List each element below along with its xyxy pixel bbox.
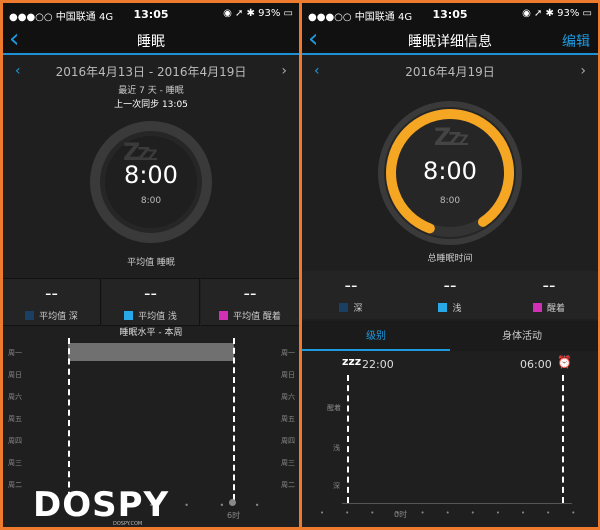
sleep-start-icon: zzz <box>342 355 362 368</box>
x-axis <box>342 503 572 504</box>
deep-swatch <box>25 311 35 320</box>
nav-bar: ‹ 睡眠 <box>3 25 299 55</box>
end-guide-line <box>233 338 235 500</box>
stat-label: 平均值 浅 <box>138 312 177 322</box>
stat-deep: -- 平均值 深 <box>3 278 101 326</box>
prev-week-icon[interactable]: ‹ <box>15 63 21 79</box>
stat-light: -- 平均值 浅 <box>102 278 200 326</box>
stat-label: 醒着 <box>546 304 565 314</box>
stat-label: 深 <box>353 304 363 314</box>
watermark-logo: DOSPY <box>33 485 170 525</box>
awake-swatch <box>219 311 229 320</box>
awake-swatch <box>532 303 542 312</box>
stat-value: -- <box>443 275 457 296</box>
status-bar: ●●●○○ 中国联通 4G 13:05 ◉ ➚ ✱ 93% ▭ <box>3 3 299 25</box>
sleep-bar <box>68 343 234 361</box>
day-label: 周四 <box>8 437 22 445</box>
tab-bar: 级别 身体活动 <box>302 321 598 351</box>
axis-dots: ••••••••••• <box>320 509 597 517</box>
status-bar: ●●●○○ 中国联通 4G 13:05 ◉ ➚ ✱ 93% ▭ <box>302 3 598 25</box>
stat-awake: -- 平均值 醒着 <box>201 278 299 326</box>
day-label: 周五 <box>281 415 295 423</box>
start-guide-line <box>68 338 70 508</box>
sleep-zzz-icon: ZZZ <box>434 123 469 151</box>
date-label: 2016年4月19日 <box>405 65 495 79</box>
date-row: ‹ 2016年4月19日 › <box>302 63 598 81</box>
day-label: 周四 <box>281 437 295 445</box>
ring-caption: 平均值 睡眠 <box>127 258 175 268</box>
stat-value: -- <box>542 275 556 296</box>
ring-big-time: 8:00 <box>124 161 178 189</box>
stat-label: 平均值 醒着 <box>233 312 281 322</box>
next-week-icon[interactable]: › <box>281 63 287 79</box>
nav-bar: ‹ 睡眠详细信息 编辑 <box>302 25 598 55</box>
stat-value: -- <box>243 283 257 304</box>
end-guide-line <box>562 375 564 503</box>
start-guide-line <box>347 375 349 503</box>
sleep-detail-screen: ●●●○○ 中国联通 4G 13:05 ◉ ➚ ✱ 93% ▭ ‹ 睡眠详细信息… <box>302 3 598 527</box>
day-label: 周六 <box>8 393 22 401</box>
day-label: 周二 <box>281 481 295 489</box>
tab-activity[interactable]: 身体活动 <box>502 327 542 342</box>
next-day-icon[interactable]: › <box>580 63 586 79</box>
edit-button[interactable]: 编辑 <box>562 31 590 51</box>
tab-levels[interactable]: 级别 <box>366 327 386 342</box>
alarm-icon: ⏰ <box>557 355 572 369</box>
day-label: 周三 <box>8 459 22 467</box>
stat-value: -- <box>144 283 157 304</box>
date-range-row: ‹ 2016年4月13日 - 2016年4月19日 › <box>3 63 299 81</box>
battery-label: ◉ ➚ ✱ 93% ▭ <box>223 8 293 19</box>
chart-title: 睡眠水平 - 本周 <box>119 328 183 338</box>
battery-label: ◉ ➚ ✱ 93% ▭ <box>522 8 592 19</box>
day-label: 周二 <box>8 481 22 489</box>
level-label: 醒着 <box>327 404 341 412</box>
sync-label: 上一次同步 13:05 <box>114 100 188 110</box>
ring-big-time: 8:00 <box>423 157 477 185</box>
stat-label: 平均值 深 <box>39 312 78 322</box>
ring-small-time: 8:00 <box>140 196 162 206</box>
stat-value: -- <box>45 283 58 304</box>
stats-row: -- 深 -- 浅 -- 醒着 <box>302 271 598 319</box>
day-label: 周三 <box>281 459 295 467</box>
x-axis-label: 0时 <box>394 510 408 519</box>
sleep-summary-screen: ●●●○○ 中国联通 4G 13:05 ◉ ➚ ✱ 93% ▭ ‹ 睡眠 ‹ 2… <box>3 3 299 527</box>
prev-day-icon[interactable]: ‹ <box>314 63 320 79</box>
axis-end-dot <box>229 499 236 506</box>
day-label: 周日 <box>281 371 295 379</box>
light-swatch <box>124 311 134 320</box>
range-subtitle: 最近 7 天 - 睡眠 <box>118 86 184 96</box>
wake-time: 06:00 <box>520 358 552 371</box>
page-title: 睡眠详细信息 <box>408 34 492 50</box>
tab-indicator <box>302 349 450 351</box>
day-label: 周一 <box>8 349 22 357</box>
day-label: 周五 <box>8 415 22 423</box>
page-title: 睡眠 <box>137 34 165 50</box>
sleep-start-time: 22:00 <box>362 358 394 371</box>
x-axis-label: 6时 <box>227 511 241 520</box>
deep-swatch <box>339 303 349 312</box>
ring-small-time: 8:00 <box>439 196 461 206</box>
ring-caption: 总睡眠时间 <box>427 254 473 264</box>
watermark-url: DOSPY.COM <box>113 521 143 527</box>
day-label: 周一 <box>281 349 295 357</box>
date-range-label: 2016年4月13日 - 2016年4月19日 <box>55 65 247 79</box>
stat-value: -- <box>344 275 358 296</box>
level-label: 浅 <box>333 444 340 452</box>
stat-label: 浅 <box>452 304 462 314</box>
day-label: 周六 <box>281 393 295 401</box>
day-label: 周日 <box>8 371 22 379</box>
light-swatch <box>438 303 448 312</box>
level-label: 深 <box>333 482 340 490</box>
